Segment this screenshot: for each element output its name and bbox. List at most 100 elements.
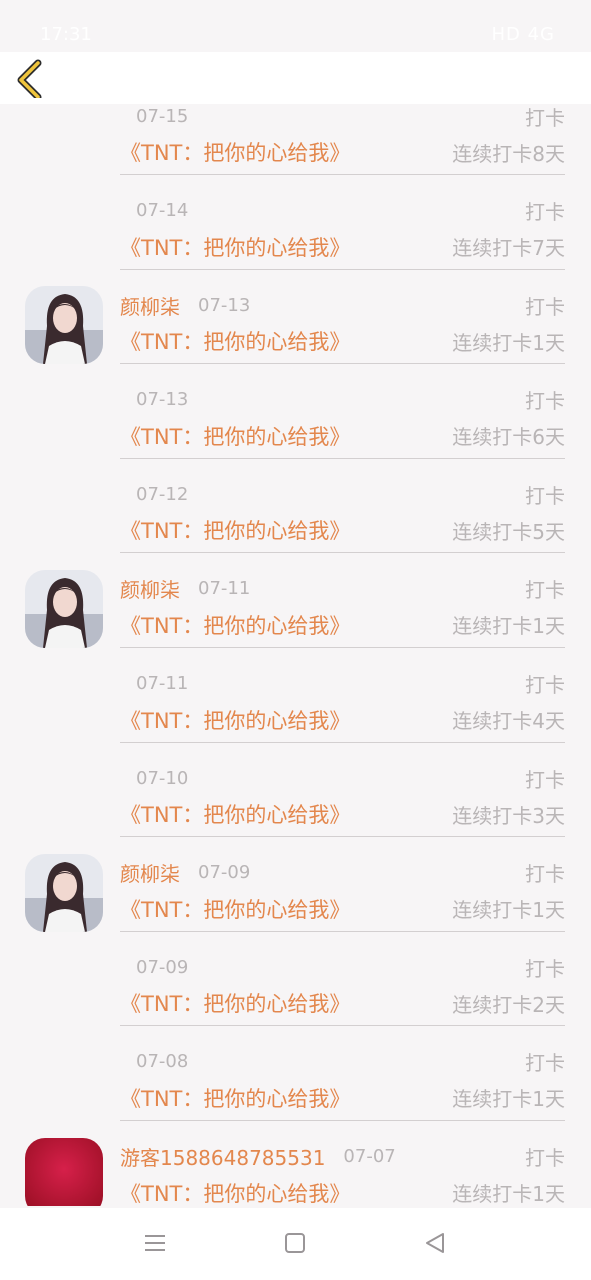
- item-header: 颜柳柒 07-09 打卡: [120, 857, 565, 889]
- item-header: 07-15 打卡: [120, 104, 565, 132]
- list-item[interactable]: 07-15 打卡 《TNT：把你的心给我》 连续打卡8天: [0, 104, 591, 176]
- checkin-list[interactable]: 07-15 打卡 《TNT：把你的心给我》 连续打卡8天 07-14 打卡 《TNT：把你的…: [0, 104, 591, 1206]
- checkin-date: 07-07: [343, 1146, 396, 1168]
- item-body: 《TNT：把你的心给我》 连续打卡6天: [120, 419, 565, 453]
- list-item[interactable]: 颜柳柒 07-11 打卡 《TNT：把你的心给我》 连续打卡1天: [0, 554, 591, 649]
- checkin-date: 07-10: [136, 767, 189, 789]
- avatar[interactable]: [25, 1137, 103, 1206]
- checkin-date: 07-08: [136, 1051, 189, 1073]
- checkin-action: 打卡: [525, 1146, 565, 1171]
- item-body: 《TNT：把你的心给我》 连续打卡1天: [120, 608, 565, 642]
- item-header: 07-14 打卡: [120, 195, 565, 227]
- list-item[interactable]: 07-14 打卡《TNT：把你的心给我》 连续打卡7天: [0, 176, 591, 271]
- home-button[interactable]: [280, 1228, 310, 1258]
- checkin-action: 打卡: [525, 673, 565, 698]
- streak-count: 连续打卡3天: [452, 803, 565, 828]
- item-body: 《TNT：把你的心给我》 连续打卡5天: [120, 513, 565, 547]
- username[interactable]: 颜柳柒: [120, 858, 180, 887]
- streak-count: 连续打卡8天: [452, 141, 565, 166]
- item-body: 《TNT：把你的心给我》 连续打卡8天: [120, 135, 565, 169]
- checkin-action: 打卡: [525, 578, 565, 603]
- list-item[interactable]: 07-10 打卡《TNT：把你的心给我》 连续打卡3天: [0, 743, 591, 838]
- checkin-list-inner: 07-15 打卡 《TNT：把你的心给我》 连续打卡8天 07-14 打卡 《TNT：把你的…: [0, 104, 591, 1206]
- username[interactable]: 颜柳柒: [120, 291, 180, 320]
- book-title-link[interactable]: 《TNT：把你的心给我》: [120, 137, 350, 167]
- streak-count: 连续打卡7天: [452, 236, 565, 261]
- checkin-action: 打卡: [525, 862, 565, 887]
- status-time: 17:31: [40, 24, 92, 45]
- book-title-link[interactable]: 《TNT：把你的心给我》: [120, 1083, 350, 1113]
- menu-button[interactable]: [140, 1228, 170, 1258]
- checkin-date: 07-12: [136, 483, 189, 505]
- system-back-button[interactable]: [420, 1228, 450, 1258]
- list-item[interactable]: 07-13 打卡《TNT：把你的心给我》 连续打卡6天: [0, 365, 591, 460]
- streak-count: 连续打卡1天: [452, 614, 565, 639]
- checkin-date: 07-11: [136, 673, 189, 695]
- streak-count: 连续打卡1天: [452, 898, 565, 923]
- streak-count: 连续打卡2天: [452, 992, 565, 1017]
- streak-count: 连续打卡1天: [452, 1087, 565, 1112]
- avatar[interactable]: [25, 569, 103, 648]
- streak-count: 连续打卡4天: [452, 709, 565, 734]
- book-title-link[interactable]: 《TNT：把你的心给我》: [120, 232, 350, 262]
- item-header: 颜柳柒 07-11 打卡: [120, 573, 565, 605]
- avatar[interactable]: [25, 853, 103, 932]
- home-square-icon: [285, 1233, 305, 1253]
- checkin-action: 打卡: [525, 767, 565, 792]
- nav-bar: [0, 52, 591, 104]
- item-body: 《TNT：把你的心给我》 连续打卡1天: [120, 324, 565, 358]
- checkin-date: 07-13: [136, 389, 189, 411]
- item-body: 《TNT：把你的心给我》 连续打卡7天: [120, 230, 565, 264]
- list-item[interactable]: 游客1588648785531 07-07 打卡《TNT：把你的心给我》 连续打卡1天: [0, 1122, 591, 1206]
- item-body: 《TNT：把你的心给我》 连续打卡1天: [120, 892, 565, 926]
- item-header: 07-10 打卡: [120, 762, 565, 794]
- item-body: 《TNT：把你的心给我》 连续打卡1天: [120, 1176, 565, 1206]
- checkin-action: 打卡: [525, 956, 565, 981]
- status-indicators: HD 4G: [491, 24, 555, 45]
- checkin-action: 打卡: [525, 389, 565, 414]
- item-header: 07-08 打卡: [120, 1046, 565, 1078]
- streak-count: 连续打卡1天: [452, 330, 565, 355]
- book-title-link[interactable]: 《TNT：把你的心给我》: [120, 1178, 350, 1206]
- list-item[interactable]: 07-08 打卡《TNT：把你的心给我》 连续打卡1天: [0, 1027, 591, 1122]
- book-title-link[interactable]: 《TNT：把你的心给我》: [120, 515, 350, 545]
- back-button[interactable]: [12, 58, 52, 101]
- book-title-link[interactable]: 《TNT：把你的心给我》: [120, 988, 350, 1018]
- avatar[interactable]: [25, 286, 103, 365]
- item-header: 07-13 打卡: [120, 384, 565, 416]
- username[interactable]: 颜柳柒: [120, 574, 180, 603]
- system-nav-bar: [0, 1208, 591, 1280]
- chevron-left-icon: [17, 59, 42, 101]
- checkin-date: 07-09: [198, 862, 251, 884]
- streak-count: 连续打卡5天: [452, 519, 565, 544]
- menu-icon: [145, 1235, 165, 1251]
- item-header: 颜柳柒 07-13 打卡: [120, 289, 565, 321]
- item-body: 《TNT：把你的心给我》 连续打卡4天: [120, 703, 565, 737]
- book-title-link[interactable]: 《TNT：把你的心给我》: [120, 610, 350, 640]
- checkin-action: 打卡: [525, 200, 565, 225]
- back-triangle-icon: [426, 1233, 444, 1253]
- book-title-link[interactable]: 《TNT：把你的心给我》: [120, 421, 350, 451]
- checkin-date: 07-09: [136, 956, 189, 978]
- item-header: 07-12 打卡: [120, 478, 565, 510]
- book-title-link[interactable]: 《TNT：把你的心给我》: [120, 894, 350, 924]
- book-title-link[interactable]: 《TNT：把你的心给我》: [120, 326, 350, 356]
- status-bar: 17:31 HD 4G: [0, 0, 591, 52]
- checkin-action: 打卡: [525, 294, 565, 319]
- checkin-action: 打卡: [525, 483, 565, 508]
- username[interactable]: 游客1588648785531: [120, 1142, 325, 1171]
- list-item[interactable]: 颜柳柒 07-13 打卡 《TNT：把你的心给我》 连续打卡1天: [0, 270, 591, 365]
- checkin-date: 07-14: [136, 200, 189, 222]
- list-item[interactable]: 颜柳柒 07-09 打卡《TNT：把你的心给我》 连续打卡1天: [0, 838, 591, 933]
- item-header: 游客1588648785531 07-07 打卡: [120, 1141, 565, 1173]
- book-title-link[interactable]: 《TNT：把你的心给我》: [120, 705, 350, 735]
- list-item[interactable]: 07-12 打卡《TNT：把你的心给我》 连续打卡5天: [0, 459, 591, 554]
- streak-count: 连续打卡6天: [452, 425, 565, 450]
- checkin-action: 打卡: [525, 1051, 565, 1076]
- list-item[interactable]: 07-11 打卡《TNT：把你的心给我》 连续打卡4天: [0, 649, 591, 744]
- book-title-link[interactable]: 《TNT：把你的心给我》: [120, 799, 350, 829]
- item-body: 《TNT：把你的心给我》 连续打卡1天: [120, 1081, 565, 1115]
- item-body: 《TNT：把你的心给我》 连续打卡2天: [120, 986, 565, 1020]
- list-item[interactable]: 07-09 打卡《TNT：把你的心给我》 连续打卡2天: [0, 932, 591, 1027]
- checkin-date: 07-15: [136, 105, 189, 127]
